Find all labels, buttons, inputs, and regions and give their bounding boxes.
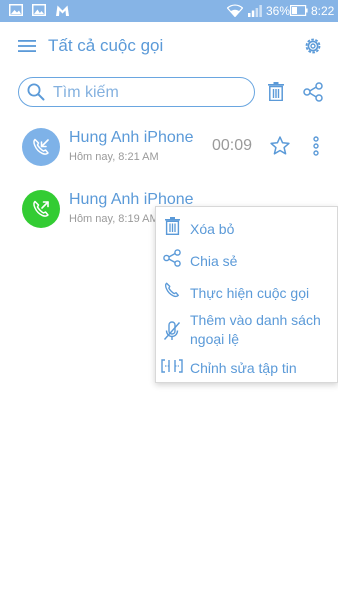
menu-item-label: Xóa bỏ [190, 221, 235, 237]
call-list-item[interactable]: Hung Anh iPhone Hôm nay, 8:21 AM 00:09 [0, 128, 338, 190]
more-options-icon[interactable] [312, 136, 320, 156]
outgoing-call-icon [33, 200, 49, 217]
gear-icon[interactable] [303, 36, 323, 56]
battery-icon [290, 5, 308, 16]
phone-icon [164, 282, 179, 298]
call-time: Hôm nay, 8:19 AM [69, 213, 159, 225]
image-icon [32, 4, 46, 16]
share-icon[interactable] [303, 82, 323, 102]
incoming-call-icon [33, 138, 49, 155]
menu-item-label: Thực hiện cuộc gọi [190, 285, 310, 301]
call-time: Hôm nay, 8:21 AM [69, 151, 159, 163]
status-bar: 36% 8:22 [0, 0, 338, 22]
battery-percent: 36% [266, 4, 291, 18]
menu-item-label: Chỉnh sửa tập tin [190, 360, 297, 376]
hamburger-menu-icon[interactable] [18, 39, 36, 53]
context-menu: Xóa bỏ Chia sẻ Thực hiện cuộc gọi Thêm v… [155, 206, 338, 383]
caller-name: Hung Anh iPhone [69, 129, 194, 146]
menu-item-add-exception[interactable]: Thêm vào danh sách ngoại lệ [156, 311, 338, 351]
gallery-icon [9, 4, 23, 16]
menu-item-delete[interactable]: Xóa bỏ [156, 213, 338, 243]
trim-icon [161, 359, 183, 373]
page-title: Tất cả cuộc gọi [48, 36, 164, 55]
clock: 8:22 [311, 4, 335, 18]
call-duration: 00:09 [212, 137, 253, 154]
menu-item-make-call[interactable]: Thực hiện cuộc gọi [156, 277, 338, 307]
menu-item-edit-file[interactable]: Chỉnh sửa tập tin [156, 355, 338, 381]
menu-item-share[interactable]: Chia sẻ [156, 245, 338, 275]
star-icon[interactable] [270, 136, 290, 155]
mic-off-icon [163, 321, 181, 340]
menu-item-label: Chia sẻ [190, 253, 238, 269]
search-placeholder: Tìm kiếm [53, 84, 119, 101]
incoming-call-avatar [22, 128, 60, 166]
menu-item-label: Thêm vào danh sách [190, 312, 321, 328]
signal-icon [248, 5, 262, 17]
trash-icon [165, 217, 180, 235]
menu-item-label-line2: ngoại lệ [190, 331, 240, 347]
trash-icon[interactable] [268, 82, 284, 101]
search-icon [27, 83, 45, 101]
search-input[interactable]: Tìm kiếm [18, 77, 255, 107]
malwarebytes-icon [56, 5, 69, 16]
wifi-icon [227, 4, 243, 17]
share-icon [163, 249, 181, 267]
outgoing-call-avatar [22, 190, 60, 228]
app-bar: Tất cả cuộc gọi [0, 22, 338, 70]
